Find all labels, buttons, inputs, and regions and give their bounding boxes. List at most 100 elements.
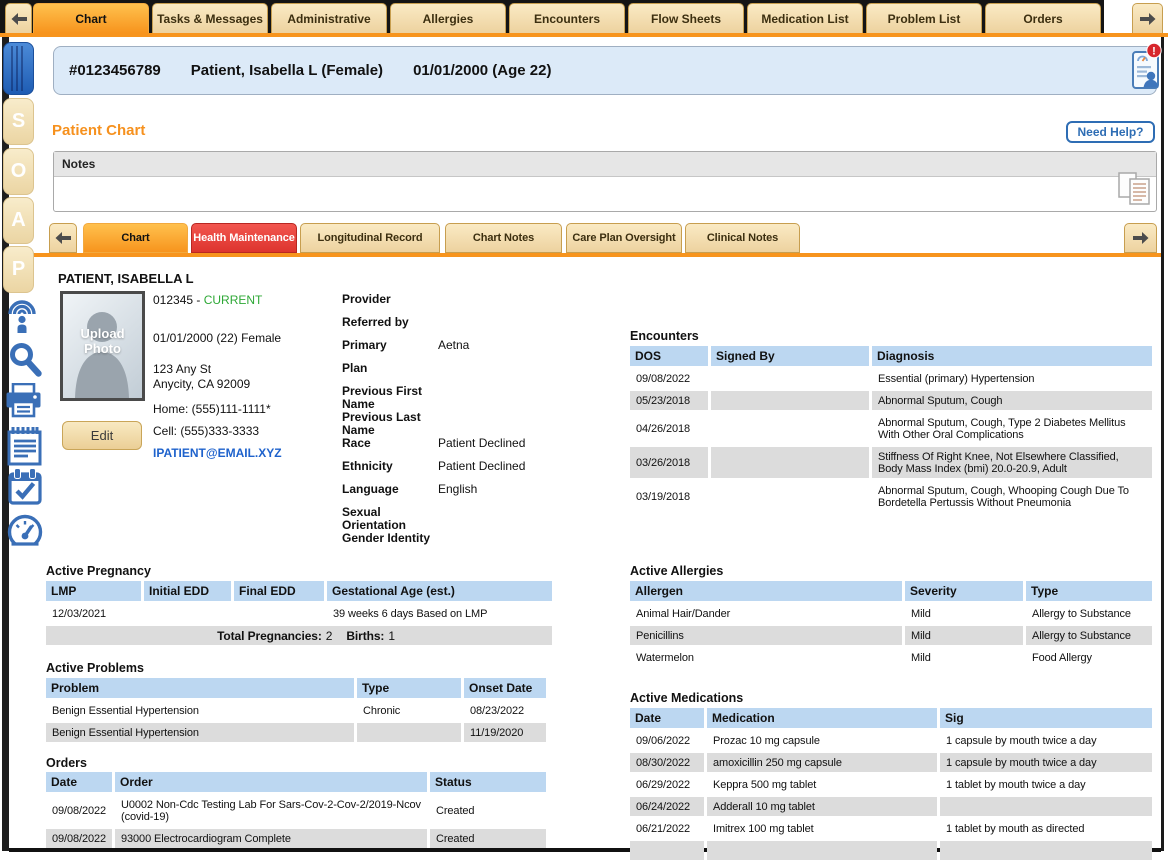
table-row[interactable]: 03/26/2018 Stiffness Of Right Knee, Not …: [630, 447, 1152, 478]
table-row[interactable]: 06/24/2022Adderall 10 mg tablet: [630, 797, 1152, 816]
table-row[interactable]: 04/26/2018 Abnormal Sputum, Cough, Type …: [630, 413, 1152, 444]
table-cell: Prozac 10 mg capsule: [707, 731, 937, 750]
gauge-icon[interactable]: [7, 513, 43, 558]
edit-button[interactable]: Edit: [62, 421, 142, 450]
table-row[interactable]: WatermelonMildFood Allergy: [630, 648, 1152, 667]
table-cell: Watermelon: [630, 648, 902, 667]
top-tab-encounters[interactable]: Encounters: [509, 3, 625, 33]
table-cell: 06/29/2022: [630, 775, 704, 794]
table-row[interactable]: 06/29/2022Keppra 500 mg tablet1 tablet b…: [630, 775, 1152, 794]
demographic-field-row: Previous First Name: [342, 385, 614, 411]
chart-tab-chart-notes[interactable]: Chart Notes: [445, 223, 562, 253]
top-tab-problem-list[interactable]: Problem List: [866, 3, 982, 33]
table-cell: 09/08/2022: [630, 369, 708, 388]
field-value: English: [438, 483, 477, 496]
patient-card-alert-icon[interactable]: !: [1130, 42, 1168, 92]
table-row[interactable]: Benign Essential Hypertension 11/19/2020: [46, 723, 546, 742]
table-cell: 08/23/2022: [464, 701, 546, 720]
svg-text:!: !: [1152, 46, 1156, 58]
sidebar-tab-objective[interactable]: O: [3, 148, 34, 195]
table-row[interactable]: 06/21/2022Imitrex 100 mg tablet1 tablet …: [630, 819, 1152, 838]
table-cell: 09/06/2022: [630, 731, 704, 750]
summary-label: Births:: [346, 629, 384, 643]
field-label: Race: [342, 437, 438, 450]
table-row[interactable]: 12/03/2021 39 weeks 6 days Based on LMP: [46, 604, 552, 623]
patient-photo-upload[interactable]: Upload Photo: [60, 291, 145, 401]
sidebar-tab-subjective[interactable]: S: [3, 98, 34, 145]
top-tab-tasks-messages[interactable]: Tasks & Messages: [152, 3, 268, 33]
pregnancy-table: LMPInitial EDDFinal EDDGestational Age (…: [43, 578, 555, 648]
cell-phone: Cell: (555)333-3333: [153, 424, 259, 438]
field-value: Aetna: [438, 339, 469, 352]
column-header: Severity: [905, 581, 1023, 601]
table-cell: Food Allergy: [1026, 648, 1152, 667]
table-row[interactable]: 05/23/2018 Abnormal Sputum, Cough: [630, 391, 1152, 410]
chart-tab-longitudinal-record[interactable]: Longitudinal Record: [300, 223, 440, 253]
table-cell: 04/26/2018: [630, 413, 708, 444]
tabs-scroll-right-button[interactable]: [1132, 3, 1163, 33]
table-row[interactable]: Benign Essential HypertensionChronic08/2…: [46, 701, 546, 720]
sidebar-tab-plan[interactable]: P: [3, 246, 34, 293]
chart-tabs-scroll-left-button[interactable]: [49, 223, 77, 253]
chart-tab-care-plan-oversight[interactable]: Care Plan Oversight: [566, 223, 682, 253]
chart-tab-health-maintenance[interactable]: Health Maintenance: [191, 223, 297, 253]
demographic-field-row: Referred by: [342, 316, 614, 329]
table-row[interactable]: PenicillinsMildAllergy to Substance: [630, 626, 1152, 645]
chart-tabs-scroll-right-button[interactable]: [1124, 223, 1157, 253]
sidebar-chart-tab[interactable]: [3, 42, 34, 95]
table-cell: 09/08/2022: [46, 829, 112, 848]
calendar-check-icon[interactable]: [8, 468, 42, 511]
table-cell: Allergy to Substance: [1026, 626, 1152, 645]
tabs-scroll-left-button[interactable]: [5, 3, 32, 33]
patient-email-link[interactable]: IPATIENT@EMAIL.XYZ: [153, 446, 282, 460]
field-value: Patient Declined: [438, 460, 525, 473]
top-tab-orders[interactable]: Orders: [985, 3, 1101, 33]
search-icon[interactable]: [7, 340, 45, 385]
broadcast-person-icon[interactable]: [5, 297, 39, 338]
table-cell: Animal Hair/Dander: [630, 604, 902, 623]
field-label: Primary: [342, 339, 438, 352]
demographic-field-row: Sexual Orientation: [342, 506, 614, 532]
notes-panel[interactable]: Notes: [53, 151, 1157, 212]
medications-table: DateMedicationSig09/06/2022Prozac 10 mg …: [627, 705, 1155, 863]
table-row[interactable]: [630, 841, 1152, 860]
column-header: Status: [430, 772, 546, 792]
table-row[interactable]: Animal Hair/DanderMildAllergy to Substan…: [630, 604, 1152, 623]
table-cell: 08/30/2022: [630, 753, 704, 772]
print-icon[interactable]: [5, 383, 42, 423]
column-header: Medication: [707, 708, 937, 728]
column-header: Type: [1026, 581, 1152, 601]
need-help-button[interactable]: Need Help?: [1066, 121, 1155, 143]
encounters-title: Encounters: [630, 329, 699, 343]
chart-tab-clinical-notes[interactable]: Clinical Notes: [685, 223, 800, 253]
table-cell: Chronic: [357, 701, 461, 720]
chart-tab-chart[interactable]: Chart: [83, 223, 188, 253]
column-header: Problem: [46, 678, 354, 698]
column-header: Order: [115, 772, 427, 792]
notes-list-icon[interactable]: [7, 426, 42, 471]
table-row[interactable]: 09/08/202293000 Electrocardiogram Comple…: [46, 829, 546, 848]
record-number-line: 012345 - CURRENT: [153, 293, 262, 307]
top-tab-administrative[interactable]: Administrative: [271, 3, 387, 33]
column-header: Signed By: [711, 346, 869, 366]
column-header: Diagnosis: [872, 346, 1152, 366]
record-status: CURRENT: [204, 293, 263, 307]
patient-dob: 01/01/2000 (Age 22): [413, 62, 551, 79]
notes-documents-icon[interactable]: [1118, 172, 1152, 210]
top-tab-flow-sheets[interactable]: Flow Sheets: [628, 3, 744, 33]
pregnancy-title: Active Pregnancy: [46, 564, 151, 578]
top-tab-medication-list[interactable]: Medication List: [747, 3, 863, 33]
sidebar-tab-assessment[interactable]: A: [3, 197, 34, 244]
table-row[interactable]: 09/08/2022 Essential (primary) Hypertens…: [630, 369, 1152, 388]
table-row[interactable]: 09/06/2022Prozac 10 mg capsule1 capsule …: [630, 731, 1152, 750]
top-tab-allergies[interactable]: Allergies: [390, 3, 506, 33]
table-row[interactable]: 09/08/2022U0002 Non-Cdc Testing Lab For …: [46, 795, 546, 826]
top-tab-chart[interactable]: Chart: [33, 3, 149, 33]
table-cell: [711, 447, 869, 478]
table-row[interactable]: 08/30/2022amoxicillin 250 mg capsule1 ca…: [630, 753, 1152, 772]
column-header: Sig: [940, 708, 1152, 728]
demographic-field-row: LanguageEnglish: [342, 483, 614, 496]
summary-label: Total Pregnancies:: [217, 629, 322, 643]
table-row[interactable]: 03/19/2018 Abnormal Sputum, Cough, Whoop…: [630, 481, 1152, 512]
field-label: Sexual Orientation: [342, 506, 438, 532]
